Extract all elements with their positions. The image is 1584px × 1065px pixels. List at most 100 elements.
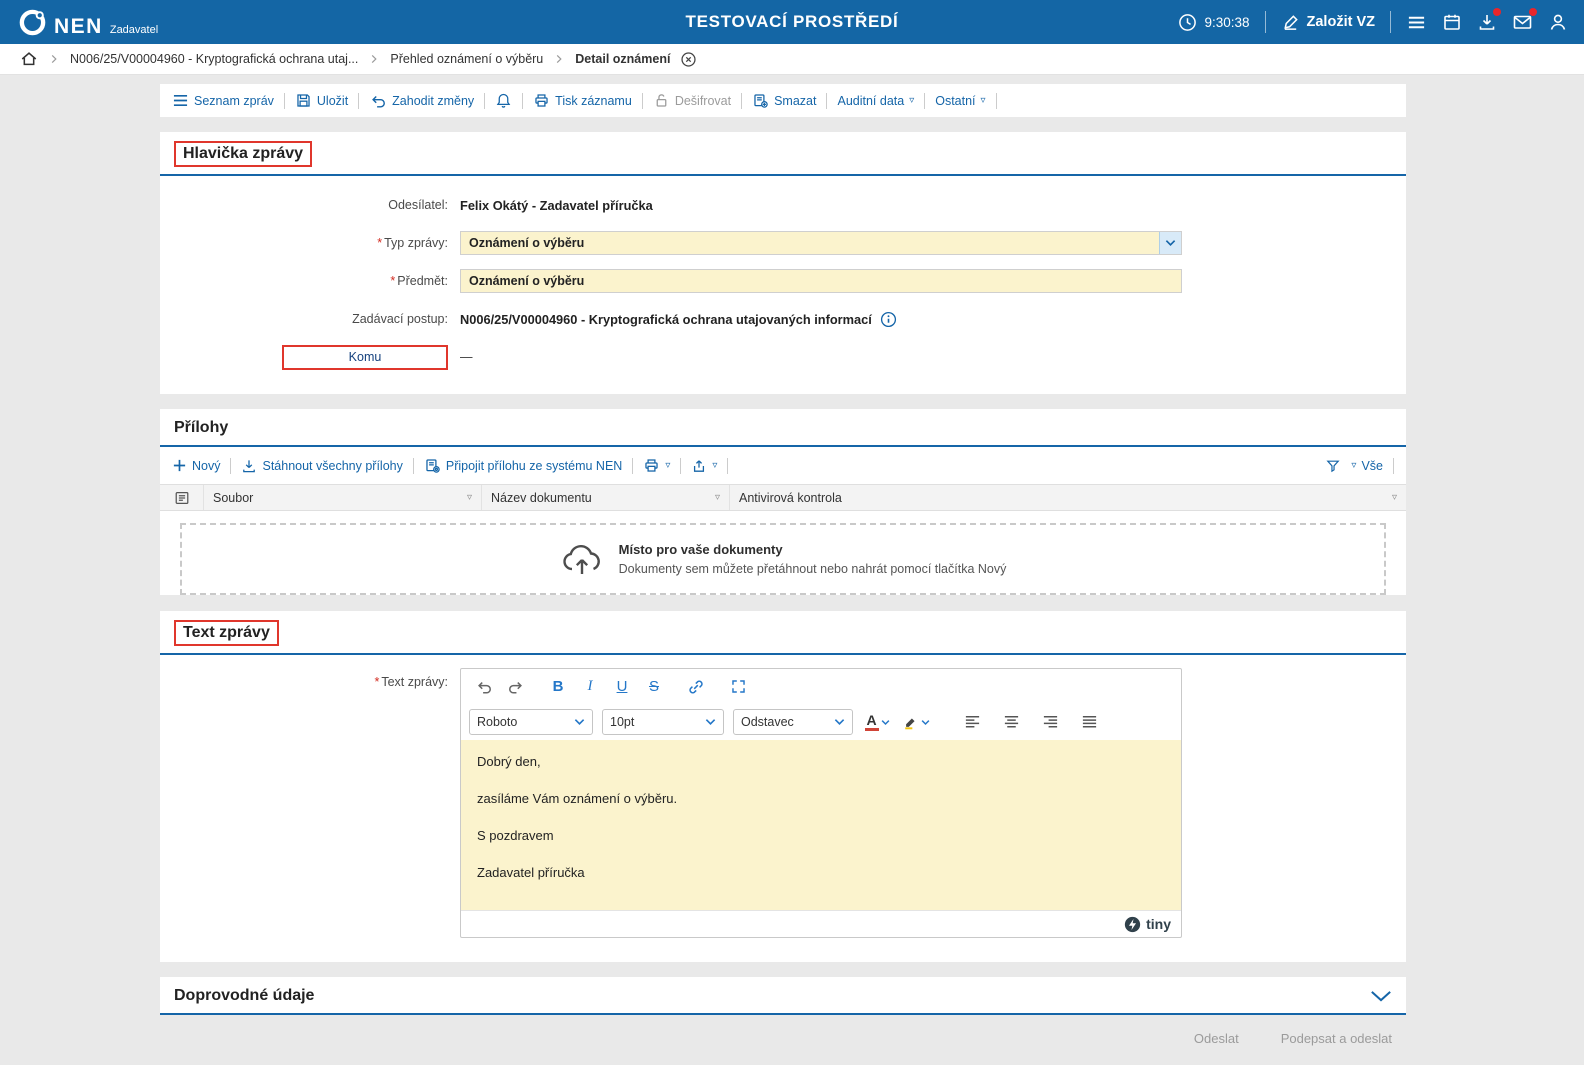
delete-button[interactable]: Smazat bbox=[752, 92, 816, 109]
expand-section-button[interactable] bbox=[1370, 990, 1392, 1003]
user-icon bbox=[1548, 12, 1568, 32]
insert-link-button[interactable] bbox=[681, 673, 711, 701]
accompanying-data-section-head: Doprovodné údaje bbox=[160, 977, 1406, 1015]
sign-and-send-button[interactable]: Podepsat a odeslat bbox=[1281, 1031, 1392, 1046]
redo-button[interactable] bbox=[501, 673, 531, 701]
print-record-button[interactable]: Tisk záznamu bbox=[533, 92, 632, 109]
toolbar-divider bbox=[522, 93, 523, 109]
font-color-button[interactable]: A bbox=[862, 708, 892, 736]
column-filter-button[interactable]: ▿ bbox=[715, 492, 720, 503]
sender-value: Felix Okátý - Zadavatel příručka bbox=[460, 198, 653, 213]
subject-input[interactable] bbox=[460, 269, 1182, 293]
section-title: Přílohy bbox=[174, 419, 228, 437]
column-chooser-cell[interactable] bbox=[160, 485, 204, 510]
align-right-button[interactable] bbox=[1035, 708, 1065, 736]
font-size-select[interactable]: 10pt bbox=[602, 709, 724, 735]
discard-changes-button[interactable]: Zahodit změny bbox=[369, 93, 474, 109]
audit-data-button[interactable]: Auditní data ▿ bbox=[837, 94, 914, 108]
required-asterisk: * bbox=[374, 675, 379, 689]
new-attachment-button[interactable]: Nový bbox=[172, 458, 220, 473]
download-all-button[interactable]: Stáhnout všechny přílohy bbox=[241, 458, 402, 474]
close-tab-button[interactable] bbox=[680, 51, 697, 68]
paragraph-format-select[interactable]: Odstavec bbox=[733, 709, 853, 735]
form-row: Zadávací postup: N006/25/V00004960 - Kry… bbox=[160, 300, 1406, 338]
sender-label: Odesílatel: bbox=[160, 198, 460, 212]
column-header-soubor[interactable]: Soubor ▿ bbox=[204, 485, 482, 510]
user-button[interactable] bbox=[1548, 12, 1568, 32]
messages-button[interactable] bbox=[1512, 12, 1533, 32]
column-filter-button[interactable]: ▿ bbox=[1392, 492, 1397, 503]
toolbar-divider bbox=[230, 458, 231, 474]
export-attachments-button[interactable]: ▿ bbox=[691, 458, 717, 474]
calendar-button[interactable] bbox=[1442, 12, 1462, 32]
action-footer: Odeslat Podepsat a odeslat bbox=[0, 1015, 1584, 1046]
chevron-down-icon bbox=[1165, 239, 1176, 247]
strikethrough-icon: S bbox=[649, 678, 659, 695]
procedure-info-button[interactable] bbox=[880, 311, 897, 328]
hamburger-icon bbox=[1406, 13, 1427, 32]
breadcrumb-item-overview[interactable]: Přehled oznámení o výběru bbox=[390, 52, 543, 66]
message-text-section-head: Text zprávy bbox=[160, 611, 1406, 655]
documents-dropzone[interactable]: Místo pro vaše dokumenty Dokumenty sem m… bbox=[180, 523, 1386, 595]
bold-button[interactable]: B bbox=[543, 673, 573, 701]
filter-button[interactable] bbox=[1325, 458, 1341, 474]
nen-logo-icon bbox=[18, 8, 47, 37]
column-header-label: Název dokumentu bbox=[491, 491, 592, 505]
fullscreen-button[interactable] bbox=[723, 673, 753, 701]
column-header-nazev-dokumentu[interactable]: Název dokumentu ▿ bbox=[482, 485, 730, 510]
editor-content[interactable]: Dobrý den, zasíláme Vám oznámení o výběr… bbox=[461, 740, 1181, 910]
discard-changes-label: Zahodit změny bbox=[392, 94, 474, 108]
save-button[interactable]: Uložit bbox=[295, 92, 348, 109]
message-list-button[interactable]: Seznam zpráv bbox=[172, 93, 274, 108]
attach-from-nen-button[interactable]: Připojit přílohu ze systému NEN bbox=[424, 457, 622, 474]
align-justify-button[interactable] bbox=[1074, 708, 1104, 736]
bell-icon bbox=[495, 92, 512, 110]
tiny-logo-icon bbox=[1124, 916, 1141, 933]
send-button[interactable]: Odeslat bbox=[1194, 1031, 1239, 1046]
column-header-antivirova-kontrola[interactable]: Antivirová kontrola ▿ bbox=[730, 485, 1406, 510]
align-left-button[interactable] bbox=[957, 708, 987, 736]
italic-button[interactable]: I bbox=[575, 673, 605, 701]
highlight-color-button[interactable] bbox=[901, 708, 931, 736]
annotation-box: Text zprávy bbox=[174, 620, 279, 646]
create-vz-button[interactable]: Založit VZ bbox=[1281, 13, 1375, 32]
close-circle-icon bbox=[680, 51, 697, 68]
downloads-button[interactable] bbox=[1477, 12, 1497, 32]
nen-logo[interactable]: NEN Zadavatel bbox=[18, 8, 158, 37]
unlock-icon bbox=[653, 92, 670, 109]
underline-icon: U bbox=[617, 678, 628, 695]
server-time: 9:30:38 bbox=[1178, 13, 1249, 32]
select-dropdown-button[interactable] bbox=[1159, 232, 1181, 254]
column-filter-button[interactable]: ▿ bbox=[467, 492, 472, 503]
breadcrumb-item-procedure[interactable]: N006/25/V00004960 - Kryptografická ochra… bbox=[70, 52, 358, 66]
print-attachments-button[interactable]: ▿ bbox=[643, 457, 670, 474]
editor-toolbar-format: Roboto 10pt Odstavec bbox=[461, 704, 1181, 740]
dropzone-title: Místo pro vaše dokumenty bbox=[619, 542, 1007, 557]
align-center-button[interactable] bbox=[996, 708, 1026, 736]
main-menu-button[interactable] bbox=[1406, 13, 1427, 32]
notifications-button[interactable] bbox=[495, 92, 512, 110]
font-color-letter: A bbox=[866, 713, 876, 727]
recipient-button[interactable]: Komu bbox=[282, 345, 448, 370]
other-actions-button[interactable]: Ostatní ▿ bbox=[935, 94, 985, 108]
view-filter-button[interactable]: ▿ Vše bbox=[1351, 459, 1383, 473]
font-family-select[interactable]: Roboto bbox=[469, 709, 593, 735]
column-header-label: Antivirová kontrola bbox=[739, 491, 842, 505]
strikethrough-button[interactable]: S bbox=[639, 673, 669, 701]
fullscreen-icon bbox=[730, 678, 747, 695]
align-left-icon bbox=[964, 715, 981, 729]
chevron-down-icon bbox=[705, 718, 716, 726]
attachments-table-header: Soubor ▿ Název dokumentu ▿ Antivirová ko… bbox=[160, 484, 1406, 511]
toolbar-divider bbox=[642, 93, 643, 109]
message-type-select[interactable]: Oznámení o výběru bbox=[460, 231, 1182, 255]
underline-button[interactable]: U bbox=[607, 673, 637, 701]
dropdown-arrow-icon: ▿ bbox=[712, 461, 717, 471]
home-button[interactable] bbox=[20, 50, 38, 68]
undo-button[interactable] bbox=[469, 673, 499, 701]
toolbar-divider bbox=[1393, 458, 1394, 474]
save-icon bbox=[295, 92, 312, 109]
calendar-icon bbox=[1442, 12, 1462, 32]
download-icon bbox=[241, 458, 257, 474]
subject-label-text: Předmět: bbox=[397, 274, 448, 288]
download-all-label: Stáhnout všechny přílohy bbox=[262, 459, 402, 473]
